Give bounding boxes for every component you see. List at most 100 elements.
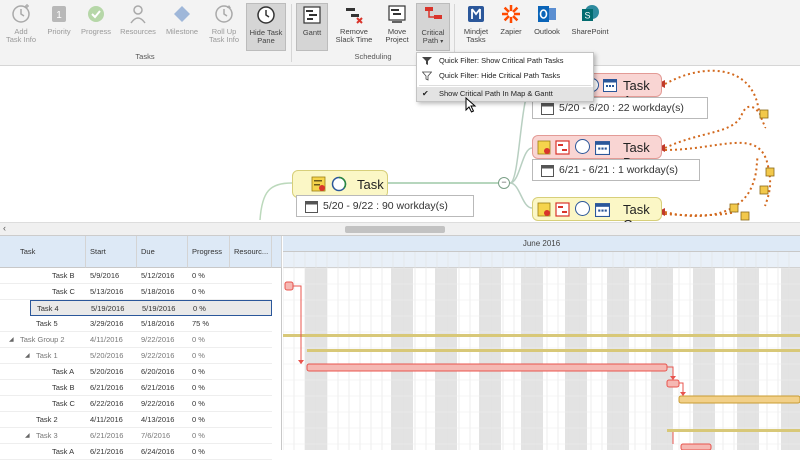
column-header-start[interactable]: Start [86, 236, 137, 268]
critical-path-dropdown-arrow: ▾ [440, 39, 444, 45]
scroll-left-arrow-icon[interactable]: ‹ [3, 223, 6, 233]
outlook-button[interactable]: Outlook [529, 3, 565, 51]
zapier-button[interactable]: Zapier [496, 3, 526, 51]
column-header-task[interactable]: Task [0, 236, 86, 268]
column-header-due[interactable]: Due [137, 236, 188, 268]
sharepoint-label: SharePoint [571, 27, 609, 36]
expand-toggle-icon[interactable]: ◢ [9, 332, 14, 348]
cell-task: Task C [52, 287, 75, 296]
sharepoint-icon: S [582, 5, 599, 21]
map-horizontal-scrollbar[interactable]: ‹ [0, 222, 800, 236]
gantt-chart[interactable]: June 2016 [283, 236, 800, 450]
summary-bar-task-1 [307, 349, 800, 352]
cell-progress: 0 % [192, 399, 205, 408]
cell-progress: 0 % [192, 431, 205, 440]
menu-item-hide-critical-path[interactable]: Quick Filter: Hide Critical Path Tasks [417, 69, 593, 83]
table-row[interactable]: ◢ Task Group 2 4/11/2016 9/22/2016 0 % [0, 332, 272, 348]
move-project-button[interactable]: Move Project [382, 3, 412, 51]
critical-path-marker-icon [555, 202, 570, 217]
cell-due: 4/13/2016 [141, 415, 175, 424]
gantt-label: Gantt [302, 28, 322, 37]
table-row[interactable]: Task C 5/13/2016 5/18/2016 0 % [0, 284, 272, 300]
cell-task: Task 4 [37, 304, 59, 313]
add-task-info-icon [12, 4, 30, 23]
progress-button[interactable]: Progress [78, 3, 114, 51]
table-row[interactable]: Task A 5/20/2016 6/20/2016 0 % [0, 364, 272, 380]
cell-progress: 0 % [192, 271, 205, 280]
task-1-dates: 5/20 - 9/22 : 90 workday(s) [323, 200, 448, 212]
cell-due: 5/12/2016 [141, 271, 175, 280]
table-row[interactable]: ◢ Task 1 5/20/2016 9/22/2016 0 % [0, 348, 272, 364]
cell-progress: 0 % [193, 304, 206, 313]
menu-item-show-critical-path[interactable]: Quick Filter: Show Critical Path Tasks [417, 54, 593, 68]
task-b-dates: 6/21 - 6/21 : 1 workday(s) [559, 164, 679, 176]
cell-start: 6/22/2016 [90, 399, 124, 408]
scrollbar-thumb[interactable] [345, 226, 445, 233]
mindjet-tasks-icon [468, 6, 484, 22]
ribbon-toolbar: Add Task Info 1 Priority Progress Resour… [0, 0, 800, 66]
topic-task-b[interactable]: Task B [532, 135, 662, 170]
task-1-date-box: 5/20 - 9/22 : 90 workday(s) [296, 195, 474, 217]
mind-map-canvas[interactable]: Task 1 5/20 - 9/22 : 90 workday(s) − Tas… [0, 66, 800, 222]
cell-due: 9/22/2016 [141, 399, 175, 408]
remove-slack-time-button[interactable]: Remove Slack Time [331, 3, 377, 51]
progress-circle-icon [575, 201, 590, 216]
resources-label: Resources [120, 27, 156, 36]
calendar-icon [305, 201, 318, 213]
table-row[interactable]: Task B 5/9/2016 5/12/2016 0 % [0, 268, 272, 284]
table-row[interactable]: Task 4 5/19/2016 5/19/2016 0 % [30, 300, 272, 316]
topic-task-c[interactable]: Task C [532, 197, 662, 222]
cell-start: 5/13/2016 [90, 287, 124, 296]
resources-button[interactable]: Resources [117, 3, 159, 51]
collapse-toggle[interactable]: − [498, 177, 510, 189]
priority-button[interactable]: 1 Priority [42, 3, 76, 51]
cell-task: Task C [52, 399, 75, 408]
column-header-progress[interactable]: Progress [188, 236, 230, 268]
menu-item-label: Show Critical Path In Map & Gantt [439, 89, 553, 98]
table-row[interactable]: ◢ Task 3 6/21/2016 7/6/2016 0 % [0, 428, 272, 444]
topic-task-1[interactable]: Task 1 [292, 170, 388, 207]
sharepoint-button[interactable]: S SharePoint [568, 3, 612, 51]
menu-item-label: Quick Filter: Show Critical Path Tasks [439, 56, 564, 65]
resources-icon [130, 5, 146, 24]
critical-path-button[interactable]: Critical Path ▾ [416, 3, 450, 51]
menu-item-label: Quick Filter: Hide Critical Path Tasks [439, 71, 561, 80]
hide-task-pane-label-2: Pane [257, 36, 275, 45]
filter-icon [422, 57, 432, 65]
weekend-column [479, 268, 501, 450]
progress-icon [88, 6, 104, 22]
milestone-button[interactable]: Milestone [162, 3, 202, 51]
mouse-cursor-icon [465, 97, 477, 113]
cell-start: 6/21/2016 [90, 447, 124, 456]
column-header-resources[interactable]: Resourc... [230, 236, 272, 268]
hide-task-pane-icon [257, 6, 275, 24]
cell-progress: 75 % [192, 319, 210, 328]
mindjet-tasks-label-2: Tasks [466, 35, 486, 44]
cell-progress: 0 % [192, 351, 205, 360]
gantt-bar-task-a-group-3 [680, 443, 712, 450]
outlook-label: Outlook [534, 27, 560, 36]
task-a-dates: 5/20 - 6/20 : 22 workday(s) [559, 102, 684, 114]
expand-toggle-icon[interactable]: ◢ [25, 428, 30, 444]
mindjet-tasks-button[interactable]: Mindjet Tasks [458, 3, 494, 51]
svg-text:1: 1 [56, 10, 62, 21]
cell-progress: 0 % [192, 335, 205, 344]
table-row[interactable]: Task 2 4/11/2016 4/13/2016 0 % [0, 412, 272, 428]
menu-item-show-critical-path-map-gantt[interactable]: ✔ Show Critical Path In Map & Gantt [417, 87, 593, 101]
hide-task-pane-button[interactable]: Hide Task Pane [246, 3, 286, 51]
roll-up-task-info-button[interactable]: Roll Up Task Info [205, 3, 243, 51]
expand-toggle-icon[interactable]: ◢ [25, 348, 30, 364]
cell-start: 4/11/2016 [90, 415, 123, 424]
table-row[interactable]: Task 5 3/29/2016 5/18/2016 75 % [0, 316, 272, 332]
table-row[interactable]: Task A 6/21/2016 6/24/2016 0 % [0, 444, 272, 460]
dependency-arrow [680, 392, 686, 396]
summary-bar-task-3 [667, 429, 800, 432]
task-b-date-box: 6/21 - 6/21 : 1 workday(s) [532, 159, 700, 181]
gantt-bar-task-b [666, 379, 680, 388]
add-task-info-button[interactable]: Add Task Info [2, 3, 40, 51]
remove-slack-time-label-2: Slack Time [335, 35, 373, 44]
table-row[interactable]: Task B 6/21/2016 6/21/2016 0 % [0, 380, 272, 396]
table-row[interactable]: Task C 6/22/2016 9/22/2016 0 % [0, 396, 272, 412]
gantt-button[interactable]: Gantt [296, 3, 328, 51]
task-info-icon [537, 202, 551, 217]
